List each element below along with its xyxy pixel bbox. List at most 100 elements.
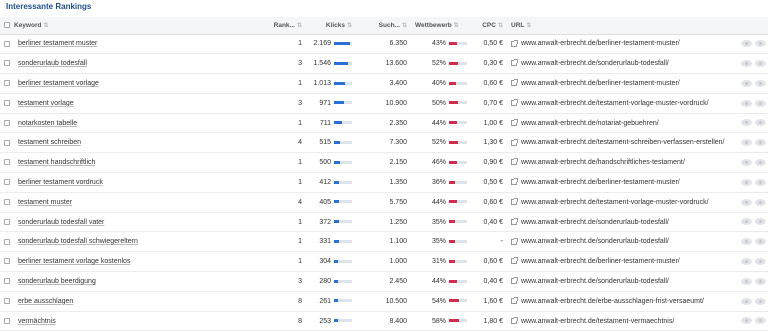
row-checkbox[interactable]	[4, 297, 10, 304]
keyword-link[interactable]: sonderurlaub todesfall	[18, 60, 87, 67]
external-link-icon[interactable]	[511, 59, 518, 67]
eye-icon[interactable]	[741, 238, 752, 246]
eye-icon[interactable]	[741, 198, 752, 206]
eye-icon[interactable]	[741, 60, 752, 68]
column-header-cpc[interactable]: CPC ⇅	[469, 17, 507, 35]
table-row[interactable]: sonderurlaub todesfall vater 1 372 1.250 35%…	[0, 212, 768, 233]
url-link[interactable]: www.anwalt-erbrecht.de/sonderurlaub-tode…	[521, 60, 669, 67]
eye-icon[interactable]	[741, 277, 752, 285]
column-header-klicks[interactable]: Klicks ⇅	[306, 17, 356, 35]
table-row[interactable]: testament handschriftlich 1 500 2.150 46% 0,9…	[0, 152, 768, 174]
table-row[interactable]: notarkosten tabelle 1 711 2.350 44% 1,00 € www…	[0, 113, 768, 134]
table-row[interactable]: testament schreiben 4 515 7.300 52% 1,30 € www…	[0, 132, 768, 154]
external-link-icon[interactable]	[511, 217, 518, 225]
external-link-icon[interactable]	[511, 138, 518, 146]
eye-icon[interactable]	[741, 178, 752, 186]
eye-icon[interactable]	[741, 317, 752, 325]
url-link[interactable]: www.anwalt-erbrecht.de/sonderurlaub-tode…	[521, 219, 669, 226]
external-link-icon[interactable]	[511, 118, 518, 126]
external-link-icon[interactable]	[511, 98, 518, 106]
keyword-link[interactable]: vermächtnis	[18, 318, 56, 325]
external-link-icon[interactable]	[511, 316, 518, 324]
eye-icon[interactable]	[741, 119, 752, 127]
table-row[interactable]: testament vorlage 3 971 10.900 50% 0,70 € www.…	[0, 93, 768, 114]
eye-icon[interactable]	[755, 238, 766, 246]
keyword-link[interactable]: testament schreiben	[18, 139, 81, 146]
row-checkbox[interactable]	[4, 99, 10, 106]
eye-icon[interactable]	[755, 198, 766, 206]
column-header-such[interactable]: Such... ⇅	[356, 17, 411, 35]
row-checkbox[interactable]	[4, 238, 10, 245]
eye-icon[interactable]	[755, 40, 766, 48]
url-link[interactable]: www.anwalt-erbrecht.de/sonderurlaub-tode…	[521, 278, 669, 285]
eye-icon[interactable]	[755, 277, 766, 285]
eye-icon[interactable]	[741, 159, 752, 166]
eye-icon[interactable]	[755, 60, 766, 68]
column-header-keyword[interactable]: Keyword ⇅	[14, 17, 234, 35]
keyword-link[interactable]: berliner testament vorlage kostenlos	[18, 258, 130, 265]
keyword-link[interactable]: testament muster	[18, 199, 72, 206]
url-link[interactable]: www.anwalt-erbrecht.de/testament-vermaec…	[521, 318, 674, 325]
url-link[interactable]: www.anwalt-erbrecht.de/testament-schreib…	[521, 139, 724, 146]
table-row[interactable]: sonderurlaub todesfall schwiegereltern 1 3…	[0, 231, 768, 253]
table-row[interactable]: sonderurlaub beerdigung 3 280 2.450 44% 0,40 …	[0, 271, 768, 292]
external-link-icon[interactable]	[511, 257, 518, 265]
table-row[interactable]: berliner testament muster 1 2.169 6.350 43% 0…	[0, 34, 768, 55]
eye-icon[interactable]	[755, 178, 766, 186]
url-link[interactable]: www.anwalt-erbrecht.de/testament-vorlage…	[521, 199, 709, 206]
row-checkbox[interactable]	[4, 218, 10, 225]
table-row[interactable]: vermächtnis 8 253 8.400 58% 1,80 € www.anwalt-…	[0, 311, 768, 332]
external-link-icon[interactable]	[511, 237, 518, 245]
eye-icon[interactable]	[741, 257, 752, 265]
url-link[interactable]: www.anwalt-erbrecht.de/sonderurlaub-tode…	[521, 238, 669, 245]
external-link-icon[interactable]	[511, 197, 518, 205]
table-row[interactable]: erbe ausschlagen 8 261 10.500 54% 1,60 € www.a…	[0, 291, 768, 312]
external-link-icon[interactable]	[511, 79, 518, 87]
keyword-link[interactable]: testament handschriftlich	[18, 159, 95, 166]
eye-icon[interactable]	[755, 99, 766, 107]
keyword-link[interactable]: sonderurlaub beerdigung	[18, 278, 96, 285]
url-link[interactable]: www.anwalt-erbrecht.de/notariat-gebuehre…	[521, 120, 659, 127]
row-checkbox[interactable]	[4, 119, 10, 126]
keyword-link[interactable]: berliner testament vorlage	[18, 80, 99, 87]
column-header-rank[interactable]: Rank... ⇅	[234, 17, 306, 35]
eye-icon[interactable]	[741, 297, 752, 305]
row-checkbox[interactable]	[4, 278, 10, 285]
keyword-link[interactable]: testament vorlage	[18, 100, 74, 107]
url-link[interactable]: www.anwalt-erbrecht.de/erbe-ausschlagen-…	[521, 298, 704, 305]
table-row[interactable]: berliner testament vorlage kostenlos 1 304…	[0, 251, 768, 273]
keyword-link[interactable]: berliner testament vordruck	[18, 179, 103, 186]
row-checkbox[interactable]	[4, 258, 10, 265]
row-checkbox[interactable]	[4, 60, 10, 67]
eye-icon[interactable]	[755, 297, 766, 305]
column-header-url[interactable]: URL ⇅	[507, 17, 735, 35]
row-checkbox[interactable]	[4, 80, 10, 87]
external-link-icon[interactable]	[511, 178, 518, 186]
eye-icon[interactable]	[741, 99, 752, 107]
keyword-link[interactable]: sonderurlaub todesfall vater	[18, 219, 104, 226]
eye-icon[interactable]	[755, 119, 766, 127]
row-checkbox[interactable]	[4, 198, 10, 205]
url-link[interactable]: www.anwalt-erbrecht.de/berliner-testamen…	[521, 179, 680, 186]
table-row[interactable]: berliner testament vordruck 1 412 1.350 36% 0…	[0, 172, 768, 193]
eye-icon[interactable]	[741, 79, 752, 87]
eye-icon[interactable]	[755, 79, 766, 87]
url-link[interactable]: www.anwalt-erbrecht.de/berliner-testamen…	[521, 80, 680, 87]
keyword-link[interactable]: sonderurlaub todesfall schwiegereltern	[18, 238, 138, 245]
column-header-wettbewerb[interactable]: Wettbewerb ⇅	[411, 17, 469, 35]
row-checkbox[interactable]	[4, 139, 10, 146]
external-link-icon[interactable]	[511, 296, 518, 304]
external-link-icon[interactable]	[511, 39, 518, 47]
table-row[interactable]: testament muster 4 405 5.750 44% 0,60 € www.an…	[0, 192, 768, 213]
url-link[interactable]: www.anwalt-erbrecht.de/testament-vorlage…	[521, 100, 709, 107]
eye-icon[interactable]	[755, 218, 766, 226]
eye-icon[interactable]	[755, 257, 766, 265]
eye-icon[interactable]	[755, 159, 766, 166]
select-all-checkbox[interactable]	[4, 22, 10, 29]
keyword-link[interactable]: erbe ausschlagen	[18, 298, 73, 305]
table-row[interactable]: sonderurlaub todesfall 3 1.546 13.600 52% 0,3…	[0, 53, 768, 75]
row-checkbox[interactable]	[4, 179, 10, 186]
url-link[interactable]: www.anwalt-erbrecht.de/berliner-testamen…	[521, 40, 680, 47]
eye-icon[interactable]	[755, 139, 766, 147]
eye-icon[interactable]	[755, 317, 766, 325]
